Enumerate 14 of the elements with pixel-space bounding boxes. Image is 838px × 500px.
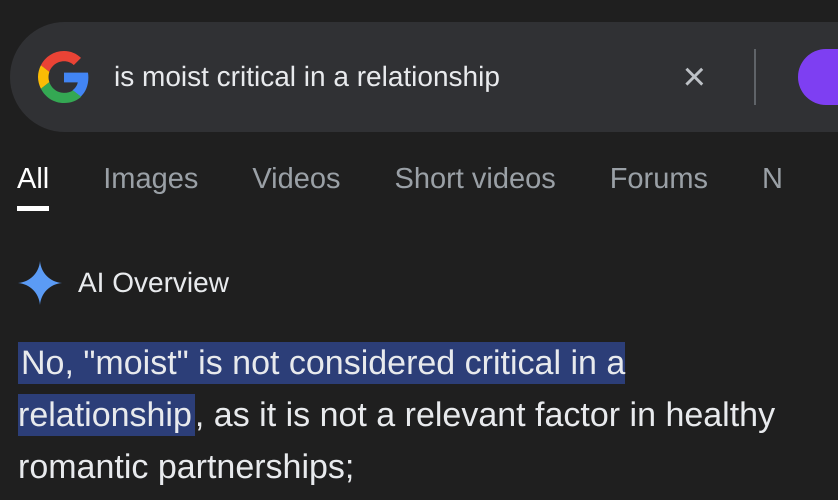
google-logo-icon	[38, 51, 90, 103]
section-title: AI Overview	[78, 267, 229, 299]
tab[interactable]: Videos	[252, 162, 340, 211]
tab[interactable]: N	[762, 162, 783, 211]
tab[interactable]: Images	[103, 162, 198, 211]
sparkle-icon	[18, 261, 62, 305]
answer-paragraph: No, "moist" is not considered critical in a relationship, as it is not a relevant factor in healthy romantic partnerships;	[18, 341, 776, 488]
tab[interactable]: All	[17, 162, 50, 211]
search-query[interactable]: is moist critical in a relationship	[114, 61, 659, 93]
tab[interactable]: Forums	[610, 162, 708, 211]
avatar[interactable]	[798, 49, 838, 105]
tab[interactable]: Short videos	[394, 162, 556, 211]
clear-button[interactable]: ×	[682, 57, 706, 97]
search-bar[interactable]: is moist critical in a relationship ×	[10, 22, 838, 132]
